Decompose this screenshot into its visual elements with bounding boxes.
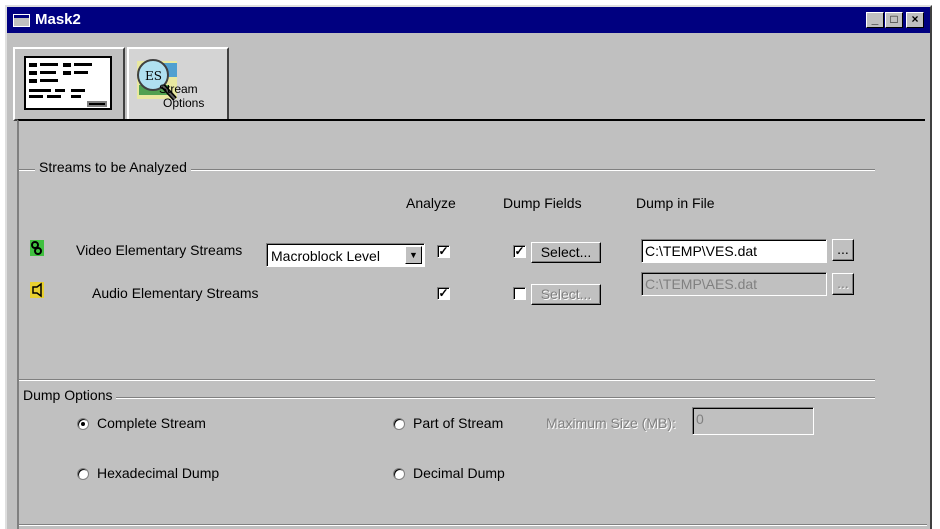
video-level-value: Macroblock Level (271, 248, 380, 264)
streams-group-label: Streams to be Analyzed (35, 159, 191, 175)
video-dump-fields-checkbox[interactable]: ✓ (513, 245, 526, 258)
dump-fields-header: Dump Fields (503, 195, 582, 211)
window-icon[interactable] (13, 14, 30, 27)
bottom-divider (19, 524, 927, 525)
dump-in-file-header: Dump in File (636, 195, 715, 211)
audio-streams-label: Audio Elementary Streams (92, 285, 259, 301)
video-stream-icon (30, 240, 44, 256)
audio-dump-file-input[interactable]: C:\TEMP\AES.dat (641, 272, 827, 296)
audio-select-button[interactable]: Select... (531, 284, 601, 305)
decimal-dump-radio[interactable] (393, 468, 405, 480)
video-dump-file-input[interactable]: C:\TEMP\VES.dat (641, 239, 827, 263)
chevron-down-icon[interactable]: ▼ (405, 246, 422, 264)
window-title: Mask2 (35, 11, 81, 28)
title-bar[interactable]: Mask2 _ □ × (7, 7, 930, 33)
dump-options-group-label: Dump Options (19, 387, 117, 403)
close-button[interactable]: × (906, 12, 924, 28)
complete-stream-radio[interactable] (77, 418, 89, 430)
video-streams-label: Video Elementary Streams (76, 242, 243, 258)
video-browse-button[interactable]: ... (832, 239, 854, 261)
stream-options-panel: Streams to be Analyzed Analyze Dump Fiel… (17, 119, 927, 529)
audio-dump-fields-checkbox[interactable] (513, 287, 526, 300)
analyze-header: Analyze (406, 195, 456, 211)
part-of-stream-radio[interactable] (393, 418, 405, 430)
hexadecimal-dump-label[interactable]: Hexadecimal Dump (97, 465, 219, 481)
decimal-dump-label[interactable]: Decimal Dump (413, 465, 505, 481)
max-size-input[interactable]: 0 (692, 407, 814, 435)
complete-stream-label[interactable]: Complete Stream (97, 415, 206, 431)
video-level-select[interactable]: Macroblock Level ▼ (266, 243, 425, 267)
video-select-button[interactable]: Select... (531, 242, 601, 263)
section-divider (19, 379, 875, 380)
video-analyze-checkbox[interactable]: ✓ (437, 245, 450, 258)
part-of-stream-label[interactable]: Part of Stream (413, 415, 503, 431)
audio-analyze-checkbox[interactable]: ✓ (437, 287, 450, 300)
tab-layout[interactable] (13, 47, 125, 121)
tab-options-label: Options (163, 96, 205, 110)
dump-options-group-line (19, 397, 875, 398)
main-window: Mask2 _ □ × ES Stream Options Streams to… (5, 5, 932, 529)
tab-stream-options[interactable]: ES Stream Options (127, 47, 229, 119)
audio-browse-button[interactable]: ... (832, 273, 854, 295)
max-size-label: Maximum Size (MB): (546, 415, 676, 431)
tab-stream-label: Stream (159, 82, 198, 96)
maximize-button[interactable]: □ (885, 12, 903, 28)
audio-stream-icon (30, 282, 44, 298)
hexadecimal-dump-radio[interactable] (77, 468, 89, 480)
svg-text:ES: ES (145, 69, 162, 83)
minimize-button[interactable]: _ (866, 12, 884, 28)
layout-icon (24, 56, 112, 110)
